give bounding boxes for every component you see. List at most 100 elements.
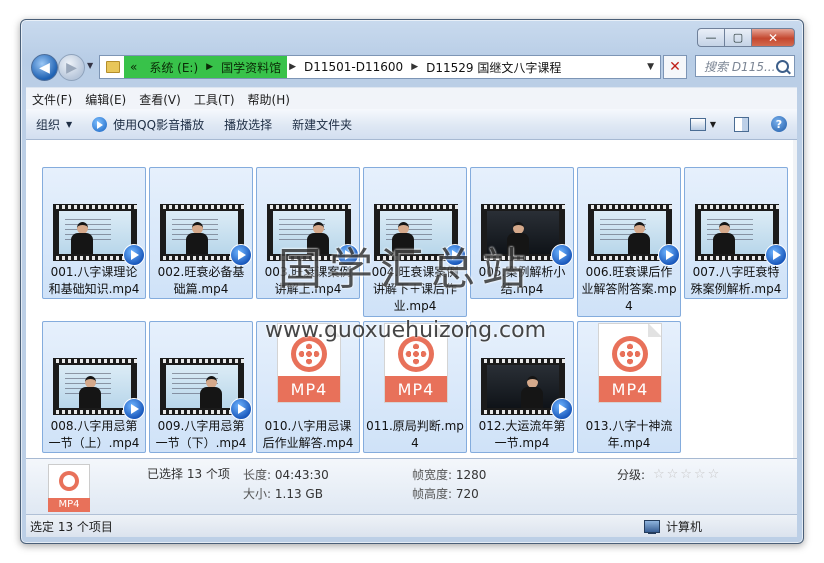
menu-help[interactable]: 帮助(H) [242, 91, 296, 108]
selected-count: 已选择 13 个项 [147, 467, 230, 481]
file-item[interactable]: 002.旺衰必备基础篇.mp4 [149, 167, 253, 299]
breadcrumb-overflow[interactable]: « [124, 56, 144, 78]
file-item[interactable]: MP4 013.八字十神流年.mp4 [577, 321, 681, 453]
frame-width-label: 帧宽度: [412, 468, 453, 482]
file-item[interactable]: 006.旺衰课后作业解答附答案.mp4 [577, 167, 681, 317]
search-placeholder: 搜索 D115... [704, 59, 776, 74]
frame-height-field: 帧高度: 720 [412, 485, 479, 502]
back-button[interactable]: ◀ [31, 54, 58, 81]
mp4-label: MP4 [385, 376, 447, 402]
watermark-title: 国学汇总站 [278, 244, 533, 295]
address-dropdown-icon[interactable]: ▼ [647, 62, 654, 72]
rating-label: 分级: [617, 468, 646, 482]
arrow-right-icon: ▶ [66, 59, 77, 76]
mp4-label: MP4 [278, 376, 340, 402]
file-name: 007.八字旺衰特殊案例解析.mp4 [690, 265, 782, 296]
rating-stars[interactable]: ☆☆☆☆☆ [653, 467, 721, 482]
file-item[interactable]: 007.八字旺衰特殊案例解析.mp4 [684, 167, 788, 299]
breadcrumb-range[interactable]: D11501-D11600 [298, 56, 409, 78]
menu-tools[interactable]: 工具(T) [188, 91, 241, 108]
details-pane: MP4 已选择 13 个项 长度: 04:43:30 大小: 1.13 GB 帧… [26, 458, 797, 515]
qq-player-icon [123, 398, 145, 420]
file-name: 012.大运流年第一节.mp4 [478, 419, 566, 450]
qq-player-icon [765, 244, 787, 266]
file-list: 001.八字课理论和基础知识.mp4 002.旺衰必备基础篇.mp4 003.旺衰课… [26, 140, 797, 458]
frame-height-label: 帧高度: [412, 487, 453, 501]
file-name: 006.旺衰课后作业解答附答案.mp4 [581, 265, 677, 313]
file-name: 011.原局判断.mp4 [366, 419, 464, 450]
menu-edit[interactable]: 编辑(E) [79, 91, 132, 108]
command-toolbar: 组织 ▼ 使用QQ影音播放 播放选择 新建文件夹 ▼ ? [26, 109, 797, 140]
arrow-left-icon: ◀ [39, 59, 50, 76]
menu-file[interactable]: 文件(F) [26, 91, 78, 108]
size-label: 大小: [243, 487, 272, 501]
file-name: 002.旺衰必备基础篇.mp4 [157, 265, 245, 296]
new-folder-label: 新建文件夹 [292, 117, 353, 132]
breadcrumb-current[interactable]: D11529 国继文八字课程 [420, 56, 567, 78]
new-folder-button[interactable]: 新建文件夹 [282, 116, 362, 133]
scrollbar[interactable] [793, 140, 797, 458]
file-name: 001.八字课理论和基础知识.mp4 [48, 265, 140, 296]
file-name: 008.八字用忌第一节（上）.mp4 [48, 419, 140, 450]
qq-player-icon [230, 244, 252, 266]
film-reel-icon [612, 336, 648, 372]
size-value: 1.13 GB [274, 487, 323, 501]
qq-player-icon [123, 244, 145, 266]
chevron-right-icon[interactable]: ▶ [409, 62, 420, 72]
breadcrumb-drive[interactable]: 系统 (E:) [143, 56, 205, 78]
play-selected-button[interactable]: 播放选择 [214, 116, 282, 133]
frame-width-value: 1280 [455, 468, 487, 482]
view-options-icon[interactable] [689, 117, 706, 131]
chevron-right-icon[interactable]: ▶ [204, 56, 216, 78]
breadcrumb-library[interactable]: 国学资料馆 [215, 56, 288, 78]
preview-pane-icon[interactable] [734, 116, 749, 132]
mp4-file-icon: MP4 [48, 464, 90, 512]
status-zone-label: 计算机 [666, 519, 703, 534]
mp4-label: MP4 [48, 498, 90, 512]
file-item[interactable]: 008.八字用忌第一节（上）.mp4 [42, 321, 146, 453]
mp4-file-icon: MP4 [598, 323, 662, 403]
chevron-down-icon: ▼ [66, 119, 73, 129]
recent-pages-dropdown[interactable]: ▼ [87, 61, 93, 70]
caption-buttons: — ▢ ✕ [697, 28, 795, 47]
search-input[interactable]: 搜索 D115... [695, 55, 795, 77]
chevron-down-icon[interactable]: ▼ [710, 120, 716, 129]
file-item[interactable]: 009.八字用忌第一节（下）.mp4 [149, 321, 253, 453]
close-button[interactable]: ✕ [751, 28, 795, 47]
length-label: 长度: [243, 468, 272, 482]
maximize-button[interactable]: ▢ [724, 28, 751, 47]
qq-player-icon [230, 398, 252, 420]
qq-player-icon [551, 398, 573, 420]
frame-width-field: 帧宽度: 1280 [412, 466, 486, 483]
file-name: 013.八字十神流年.mp4 [585, 419, 673, 450]
mp4-label: MP4 [599, 376, 661, 402]
search-icon[interactable] [776, 60, 789, 73]
organize-button[interactable]: 组织 ▼ [26, 116, 82, 133]
length-value: 04:43:30 [274, 468, 329, 482]
chevron-right-icon[interactable]: ▶ [287, 62, 298, 72]
address-bar[interactable]: « 系统 (E:) ▶ 国学资料馆 ▶ D11501-D11600 ▶ D115… [99, 55, 661, 79]
play-qq-button[interactable]: 使用QQ影音播放 [82, 116, 214, 133]
close-icon: ✕ [669, 59, 681, 75]
qq-player-icon [551, 244, 573, 266]
size-field: 大小: 1.13 GB [243, 485, 323, 502]
file-name: 009.八字用忌第一节（下）.mp4 [155, 419, 247, 450]
explorer-window: — ▢ ✕ ◀ ▶ ▼ « 系统 (E:) ▶ 国学资料馆 ▶ D11501-D… [20, 19, 804, 544]
computer-icon [644, 519, 660, 534]
stop-button[interactable]: ✕ [663, 55, 687, 79]
length-field: 长度: 04:43:30 [243, 466, 329, 483]
qq-player-icon [658, 244, 680, 266]
minimize-button[interactable]: — [697, 28, 724, 47]
forward-button[interactable]: ▶ [58, 54, 85, 81]
qq-player-icon [92, 116, 108, 132]
menu-bar: 文件(F) 编辑(E) 查看(V) 工具(T) 帮助(H) [26, 87, 797, 110]
folder-icon [106, 61, 120, 73]
play-qq-label: 使用QQ影音播放 [113, 117, 205, 132]
help-icon[interactable]: ? [771, 116, 787, 132]
status-text: 选定 13 个项目 [30, 519, 113, 534]
menu-view[interactable]: 查看(V) [133, 91, 187, 108]
frame-height-value: 720 [455, 487, 479, 501]
play-selected-label: 播放选择 [224, 117, 273, 132]
organize-label: 组织 [36, 117, 61, 132]
file-item[interactable]: 001.八字课理论和基础知识.mp4 [42, 167, 146, 299]
